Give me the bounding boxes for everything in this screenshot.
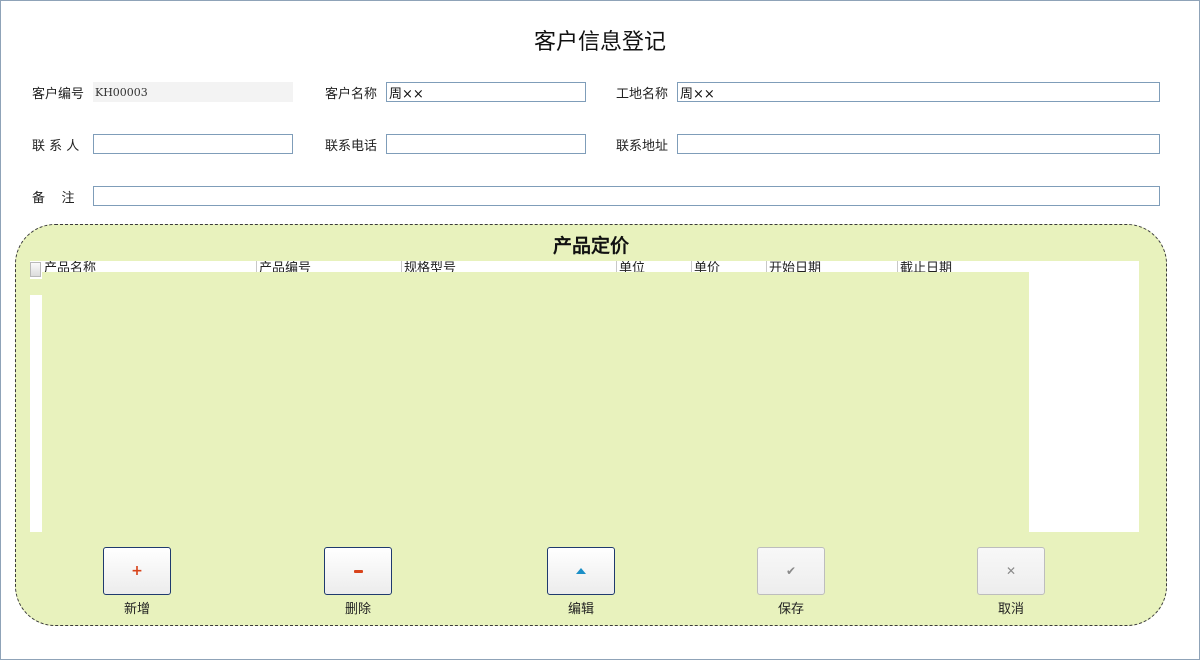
- column-header-spec-model[interactable]: 规格型号: [401, 261, 616, 272]
- cancel-button[interactable]: ✕: [977, 547, 1045, 595]
- grid-body[interactable]: [42, 268, 1029, 532]
- form-title: 客户信息登记: [533, 30, 666, 55]
- cancel-button-label: 取消: [997, 602, 1024, 617]
- column-header-start-date[interactable]: 开始日期: [766, 261, 897, 272]
- close-icon: ✕: [1005, 564, 1017, 578]
- delete-button-label: 删除: [344, 602, 371, 617]
- column-header-unit-price[interactable]: 单价: [691, 261, 766, 272]
- add-button-label: 新增: [123, 602, 150, 617]
- column-header-product-name[interactable]: 产品名称: [42, 261, 256, 272]
- minus-icon: [353, 569, 363, 573]
- customer-id-field[interactable]: [93, 82, 293, 102]
- site-name-label: 工地名称: [616, 87, 669, 102]
- grid-select-all-button[interactable]: [30, 262, 41, 277]
- contact-address-field[interactable]: [677, 134, 1160, 154]
- save-button[interactable]: ✔: [757, 547, 825, 595]
- customer-name-label: 客户名称: [325, 87, 378, 102]
- save-button-label: 保存: [777, 602, 804, 617]
- column-header-end-date[interactable]: 截止日期: [897, 261, 1029, 272]
- grid-row-header: [30, 279, 42, 295]
- grid-header-row: 产品名称 产品编号 规格型号 单位 单价 开始日期 截止日期: [42, 261, 1029, 272]
- customer-id-label: 客户编号: [32, 87, 85, 102]
- delete-button[interactable]: [324, 547, 392, 595]
- contact-phone-field[interactable]: [386, 134, 586, 154]
- remarks-field[interactable]: [93, 186, 1160, 206]
- pricing-panel-title: 产品定价: [552, 235, 629, 257]
- add-button[interactable]: +: [103, 547, 171, 595]
- plus-icon: +: [131, 563, 143, 579]
- up-arrow-icon: [576, 568, 586, 574]
- check-icon: ✔: [785, 564, 797, 578]
- contact-person-label: 联 系 人: [32, 139, 80, 154]
- column-header-product-code[interactable]: 产品编号: [256, 261, 401, 272]
- contact-person-field[interactable]: [93, 134, 293, 154]
- customer-name-field[interactable]: [386, 82, 586, 102]
- edit-button-label: 编辑: [567, 602, 594, 617]
- remarks-label: 备 注: [32, 191, 75, 206]
- column-header-unit[interactable]: 单位: [616, 261, 691, 272]
- contact-phone-label: 联系电话: [325, 139, 378, 154]
- contact-address-label: 联系地址: [616, 139, 669, 154]
- edit-button[interactable]: [547, 547, 615, 595]
- site-name-field[interactable]: [677, 82, 1160, 102]
